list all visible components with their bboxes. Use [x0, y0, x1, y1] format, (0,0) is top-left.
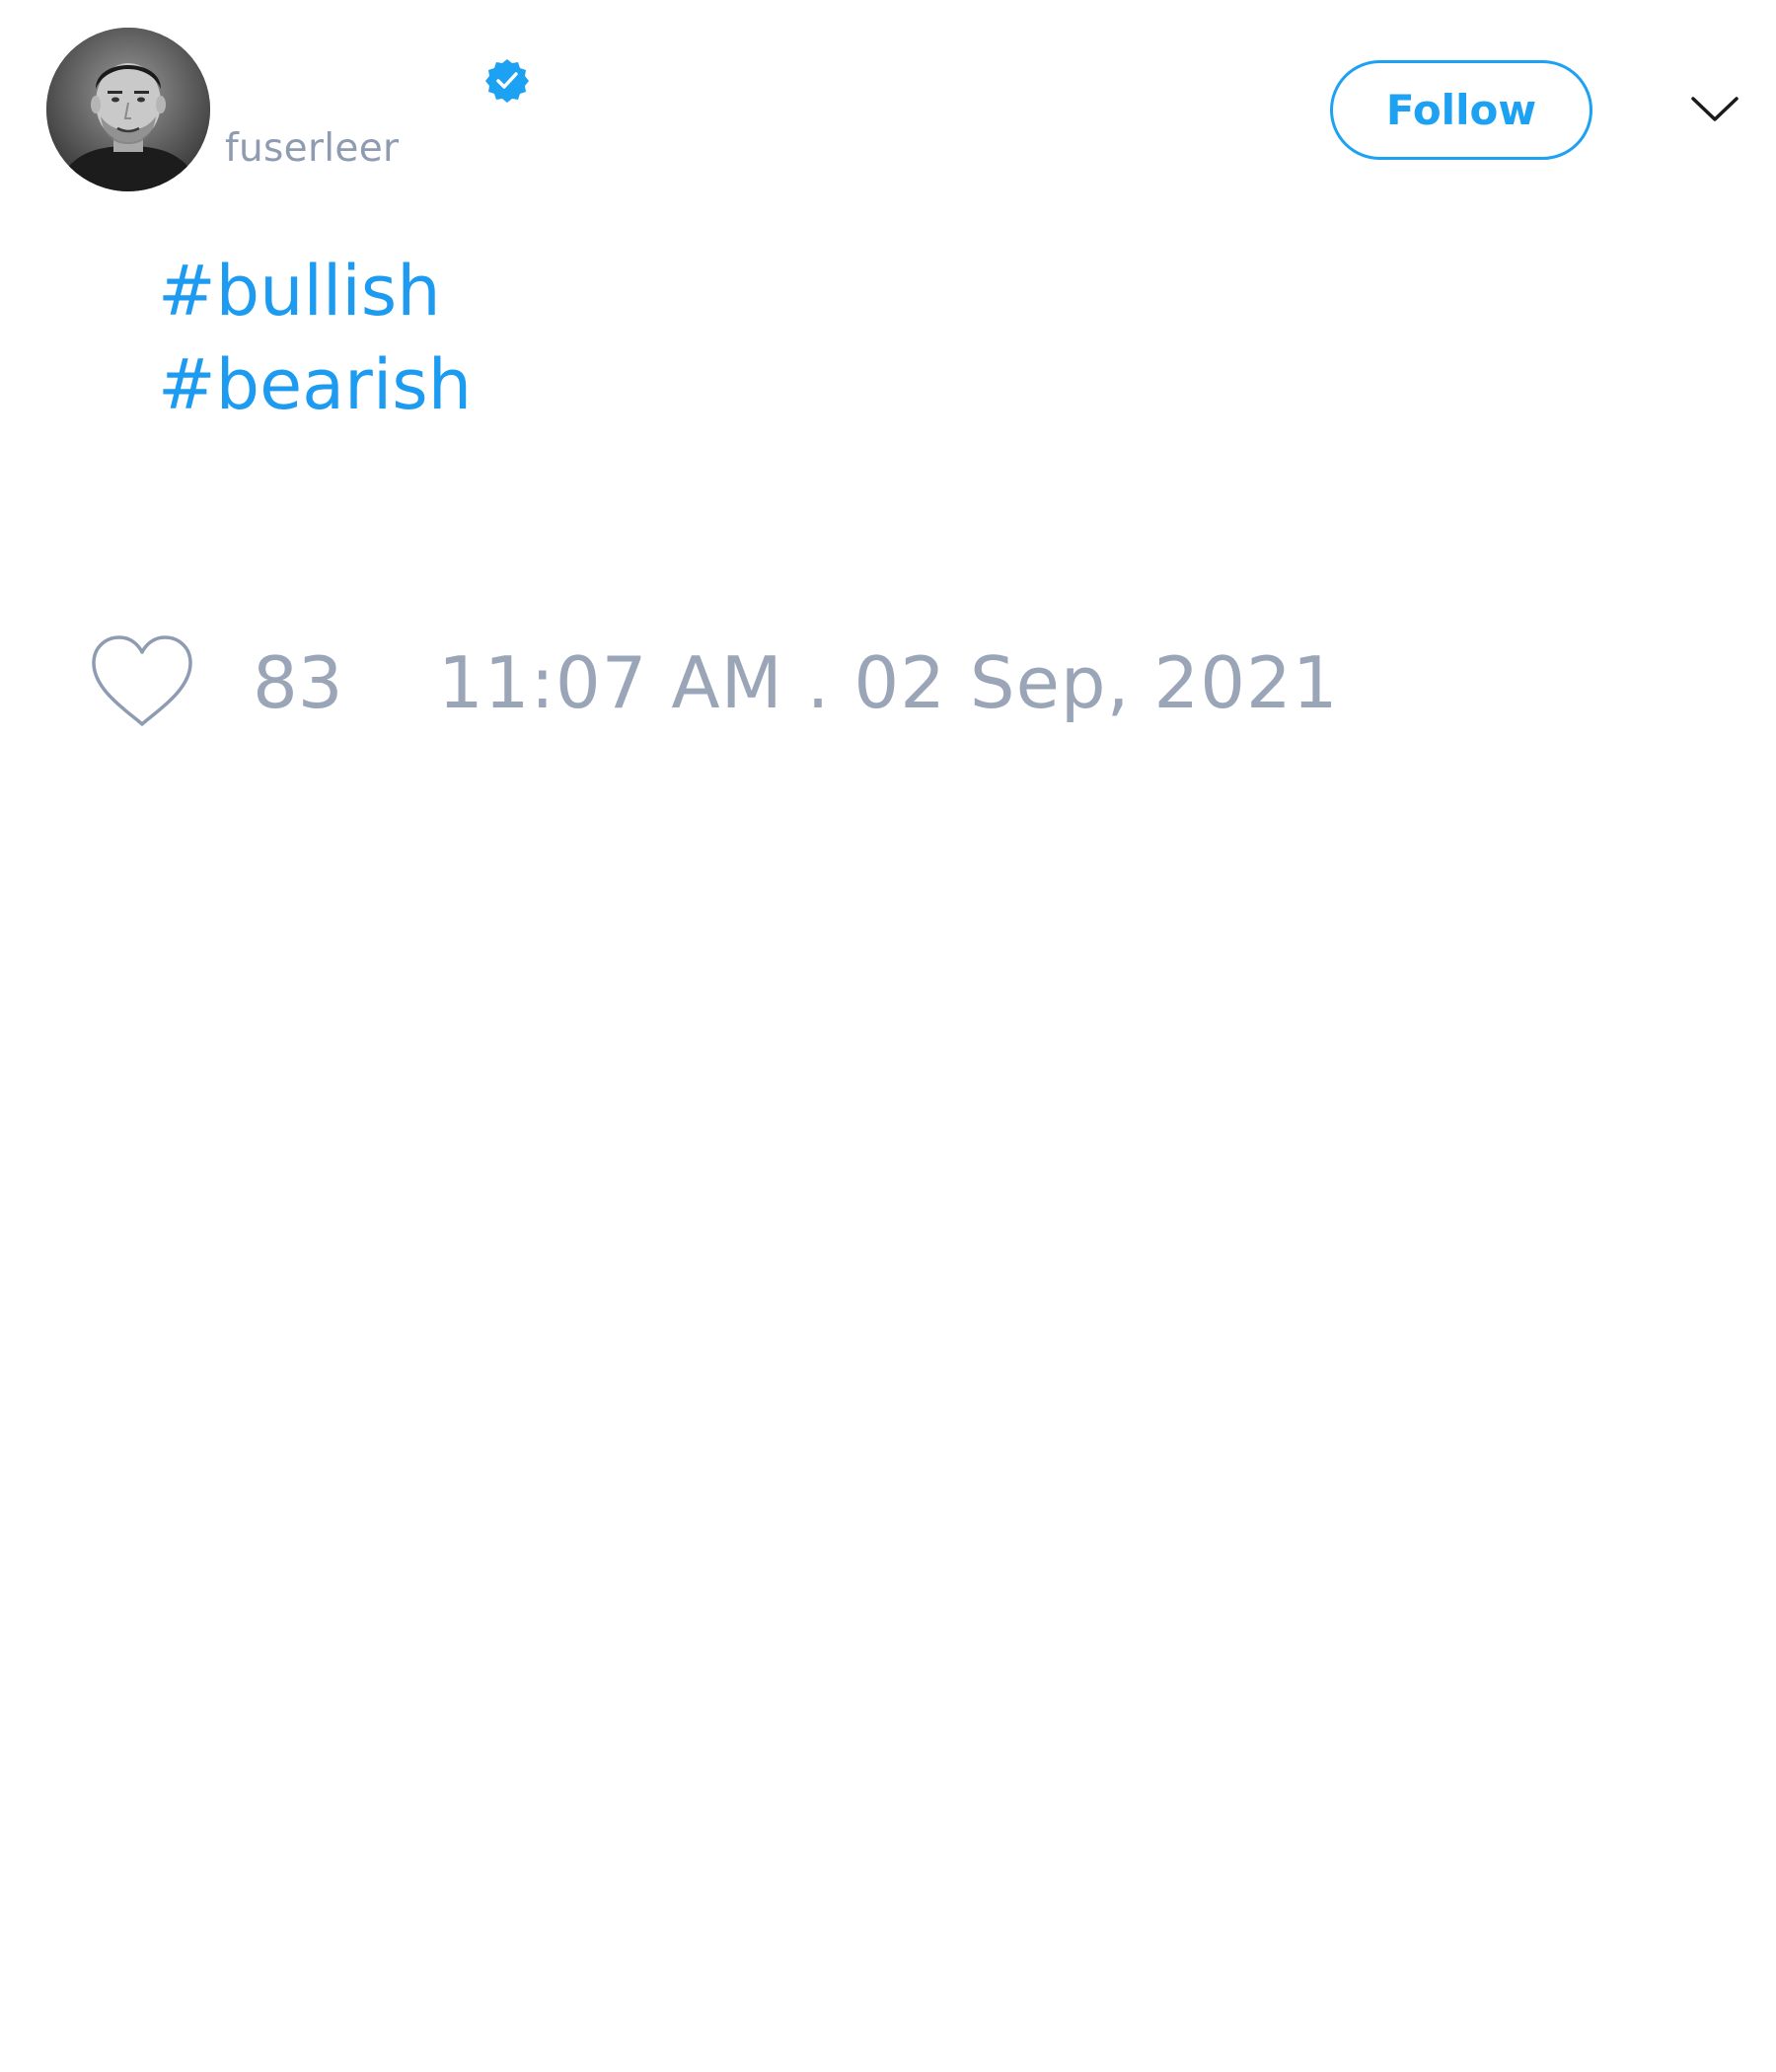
tweet-timestamp[interactable]: 11:07 AM . 02 Sep, 2021 [438, 641, 1339, 724]
user-handle[interactable]: fuserleer [225, 126, 399, 171]
follow-button[interactable]: Follow [1330, 60, 1592, 160]
avatar[interactable] [46, 28, 210, 191]
like-count: 83 [253, 641, 343, 724]
avatar-photo [46, 28, 210, 191]
hashtag-link-bullish[interactable]: #bullish [158, 245, 472, 338]
hashtag-link-bearish[interactable]: #bearish [158, 338, 472, 432]
heart-icon[interactable] [90, 633, 194, 729]
chevron-down-icon[interactable] [1690, 89, 1739, 128]
verified-badge-icon [483, 57, 531, 105]
tweet-text: #bullish #bearish [158, 245, 472, 432]
